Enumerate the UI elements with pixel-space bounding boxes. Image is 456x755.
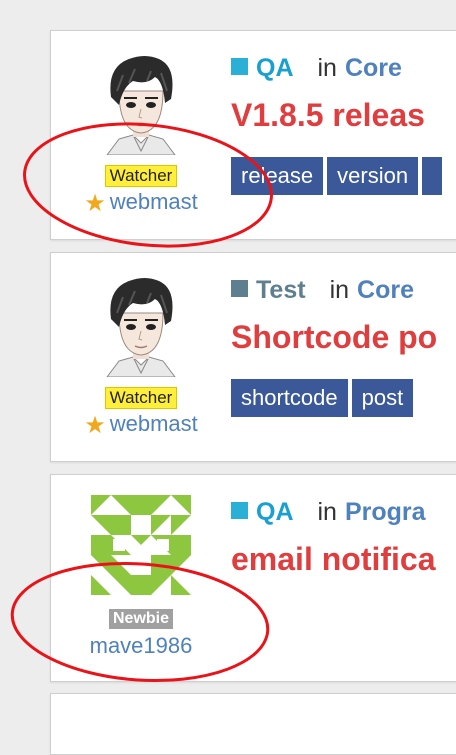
tag[interactable] <box>422 157 443 195</box>
post-card: Watcher ★ webmast Test in Core Shortcode po… <box>50 252 456 462</box>
author-username[interactable]: ★ webmast <box>71 411 211 438</box>
author-username[interactable]: ★ webmast <box>71 189 211 216</box>
tag[interactable]: shortcode <box>231 379 348 417</box>
post-title[interactable]: V1.8.5 releas <box>231 95 425 135</box>
username-link[interactable]: webmast <box>110 189 198 214</box>
rank-badge: Watcher <box>104 387 178 409</box>
category-link[interactable]: QA <box>256 54 294 82</box>
tag-list: release version <box>231 157 446 195</box>
username-link[interactable]: mave1986 <box>90 633 193 658</box>
username-link[interactable]: webmast <box>110 411 198 436</box>
post-card: Newbie mave1986 QA in Progra email notific… <box>50 474 456 682</box>
in-label: in <box>317 498 337 526</box>
in-label: in <box>317 54 337 82</box>
post-title[interactable]: email notifica <box>231 539 436 579</box>
category-square-icon <box>231 58 248 75</box>
rank-badge: Newbie <box>108 609 173 629</box>
rank-badge: Watcher <box>104 165 178 187</box>
tag[interactable]: version <box>327 157 419 195</box>
author-block: Newbie mave1986 <box>71 495 211 659</box>
post-title[interactable]: Shortcode po <box>231 317 437 357</box>
forum-link[interactable]: Progra <box>345 498 426 526</box>
tag[interactable]: release <box>231 157 324 195</box>
forum-link[interactable]: Core <box>357 276 414 304</box>
author-username[interactable]: mave1986 <box>71 633 211 659</box>
category-link[interactable]: Test <box>256 276 306 304</box>
in-label: in <box>329 276 350 304</box>
post-meta: QA in Progra <box>231 497 426 527</box>
post-meta: QA in Core <box>231 53 402 83</box>
avatar[interactable] <box>91 495 191 595</box>
post-card: Watcher ★ webmast QA in Core V1.8.5 releas … <box>50 30 456 240</box>
category-square-icon <box>231 280 248 297</box>
post-meta: Test in Core <box>231 275 414 305</box>
avatar[interactable] <box>89 273 193 377</box>
avatar[interactable] <box>89 51 193 155</box>
author-block: Watcher ★ webmast <box>71 51 211 216</box>
post-card <box>50 693 456 755</box>
tag-list: shortcode post <box>231 379 417 417</box>
star-icon: ★ <box>84 190 106 217</box>
category-link[interactable]: QA <box>256 498 294 526</box>
author-block: Watcher ★ webmast <box>71 273 211 438</box>
forum-link[interactable]: Core <box>345 54 402 82</box>
category-square-icon <box>231 502 248 519</box>
tag[interactable]: post <box>351 379 414 417</box>
star-icon: ★ <box>84 412 106 439</box>
